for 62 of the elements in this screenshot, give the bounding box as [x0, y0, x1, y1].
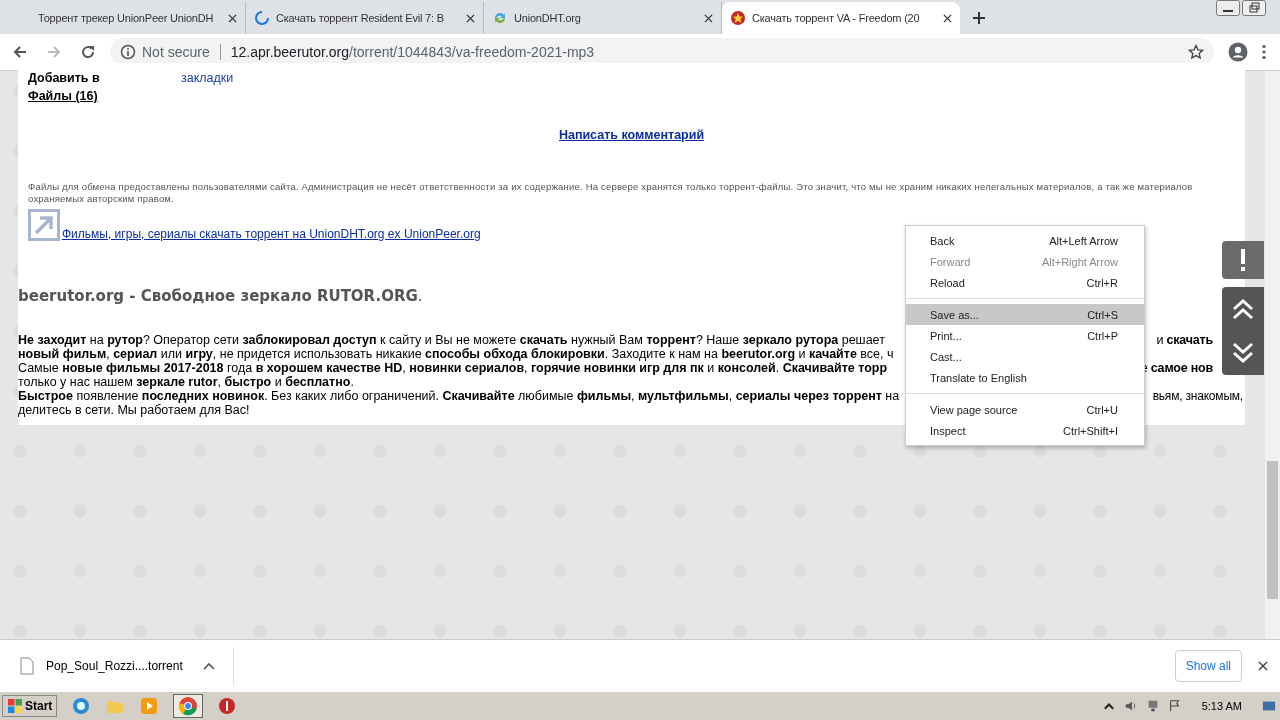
- paragraph-text: и скачать: [1156, 333, 1213, 347]
- close-icon[interactable]: [943, 13, 952, 23]
- browser-e-icon[interactable]: [71, 696, 92, 716]
- paragraph-text: вьям, знакомым,: [1152, 389, 1243, 403]
- scroll-up-icon[interactable]: [1231, 297, 1255, 321]
- close-icon[interactable]: [466, 13, 475, 23]
- scrollbar[interactable]: [1265, 71, 1280, 639]
- bookmark-star-icon[interactable]: [1188, 44, 1204, 60]
- file-icon: [20, 656, 34, 675]
- close-icon[interactable]: [704, 13, 713, 23]
- disclaimer-text: Файлы для обмена предоставлены пользователями сайта. Администрация не несёт ответственности за их содержание. На сервере хранятся только торрент-файлы. Это значит, что мы не храним никаких нелегальных материалов, а так же материалов охраняемых авторским правом.: [28, 181, 1194, 205]
- scroll-down-icon[interactable]: [1231, 341, 1255, 365]
- menu-item[interactable]: Inspect Ctrl+Shift+I: [906, 420, 1144, 441]
- restore-icon[interactable]: [1242, 0, 1266, 16]
- bookmark-link[interactable]: закладки: [181, 69, 234, 87]
- partner-link[interactable]: Фильмы, игры, сериалы скачать торрент на UnionDHT.org ex UnionPeer.org: [62, 227, 481, 241]
- menu-item[interactable]: Translate to English: [906, 367, 1144, 388]
- paragraph-text: Самые новые фильмы 2017-2018 года в хорошем качестве HD, новинки сериалов, горячие новинки игр для пк и консолей. Скачивайте торр: [18, 361, 889, 375]
- site-heading: beerutor.org - Свободное зеркало RUTOR.ORG.: [18, 287, 423, 305]
- profile-icon[interactable]: [1228, 42, 1248, 62]
- flag-icon[interactable]: [1167, 699, 1182, 713]
- close-icon[interactable]: [228, 13, 237, 23]
- paragraph-text: новый фильм, сериал или игру, не придется использовать никакие способы обхода блокировки. Заходите к нам на beerutor.org и качайте все, ч: [18, 347, 895, 361]
- clock[interactable]: 5:13 AM: [1201, 700, 1242, 712]
- stop-sign-icon[interactable]: [217, 696, 238, 716]
- paragraph-text: только у нас нашем зеркале rutor, быстро и бесплатно.: [18, 375, 355, 389]
- start-button[interactable]: Start: [2, 695, 58, 717]
- external-link-icon: [28, 209, 60, 241]
- show-desktop-icon[interactable]: [1262, 699, 1276, 713]
- loading-spinner-icon: [254, 10, 270, 26]
- info-icon: [120, 44, 136, 60]
- back-icon[interactable]: [12, 44, 28, 60]
- menu-item[interactable]: View page source Ctrl+U: [906, 399, 1144, 420]
- star-emblem-icon: [730, 10, 746, 26]
- menu-item[interactable]: Cast...: [906, 346, 1144, 367]
- menu-icon[interactable]: [1262, 44, 1266, 60]
- refresh-arrows-icon: [492, 10, 508, 26]
- address-bar[interactable]: Not secure 12.apr.beerutor.org/torrent/1044843/va-freedom-2021-mp3: [110, 38, 1214, 66]
- chrome-icon: [178, 696, 199, 716]
- show-all-button[interactable]: Show all: [1174, 649, 1242, 682]
- exclamation-icon: [1238, 248, 1248, 272]
- windows-flag-icon: [7, 698, 23, 714]
- report-button[interactable]: [1222, 241, 1264, 279]
- paragraph-text: Быстрое появление последних новинок. Без каких либо ограничений. Скачивайте любимые фильмы, мультфильмы, сериалы через торрент на: [18, 389, 901, 403]
- menu-item[interactable]: Print... Ctrl+P: [906, 325, 1144, 346]
- caret-icon[interactable]: [202, 661, 215, 670]
- paragraph-text: делитесь в сети. Мы работаем для Вас!: [18, 403, 251, 417]
- download-filename[interactable]: Pop_Soul_Rozzi....torrent: [46, 658, 183, 673]
- new-tab-icon[interactable]: [972, 11, 986, 25]
- browser-tab[interactable]: Скачать торрент VA - Freedom (20: [722, 2, 960, 34]
- detail-label: Добавить в: [28, 70, 101, 87]
- detail-label: Файлы (16): [28, 88, 99, 105]
- menu-item[interactable]: Reload Ctrl+R: [906, 272, 1144, 293]
- menu-item[interactable]: Save as... Ctrl+S: [906, 304, 1144, 325]
- speaker-icon[interactable]: [1123, 699, 1138, 713]
- paragraph-text: Не заходит на рутор? Оператор сети заблокировал доступ к сайту и Вы не можете скачать нужный Вам торрент? Наше зеркало рутора решает: [18, 333, 886, 347]
- reload-icon[interactable]: [80, 44, 96, 60]
- taskbar-item[interactable]: [173, 694, 204, 718]
- close-icon[interactable]: [1258, 660, 1268, 671]
- menu-item[interactable]: Back Alt+Left Arrow: [906, 230, 1144, 251]
- comment-link[interactable]: Написать комментарий: [558, 128, 705, 142]
- minimize-icon[interactable]: [1216, 0, 1240, 16]
